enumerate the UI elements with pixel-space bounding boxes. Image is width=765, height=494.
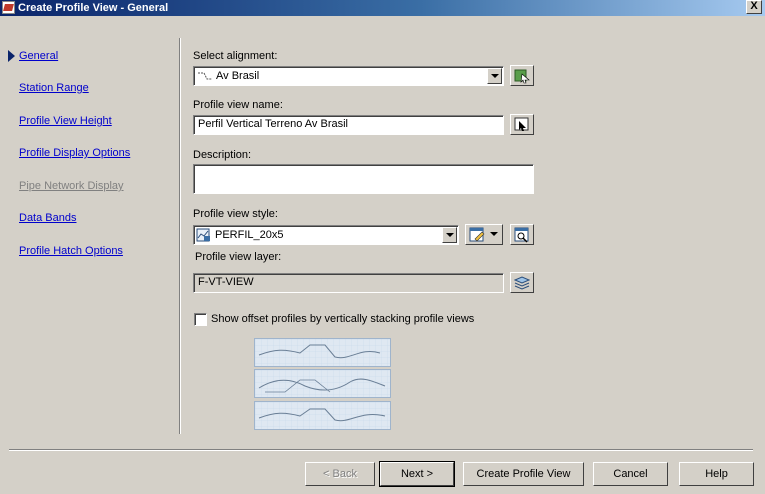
pick-alignment-button[interactable]	[510, 65, 534, 86]
edit-style-button[interactable]	[465, 224, 503, 245]
edit-style-dropdown-arrow[interactable]	[490, 232, 498, 236]
offset-profiles-label: Show offset profiles by vertically stack…	[211, 313, 475, 325]
next-button[interactable]: Next >	[379, 461, 455, 487]
back-button: < Back	[305, 462, 375, 486]
style-icon	[196, 228, 210, 242]
nav-item-pipe-network-display: Pipe Network Display	[19, 180, 124, 192]
close-button[interactable]: X	[746, 0, 762, 14]
view-name-input[interactable]: Perfil Vertical Terreno Av Brasil	[193, 115, 504, 135]
nav-item-profile-display-options[interactable]: Profile Display Options	[19, 147, 130, 159]
footer-divider	[9, 449, 753, 451]
nav-divider	[179, 38, 181, 434]
layers-icon	[514, 276, 530, 290]
style-label: Profile view style:	[193, 208, 278, 220]
help-button[interactable]: Help	[679, 462, 754, 486]
style-dropdown-arrow[interactable]	[442, 227, 457, 243]
nav-item-data-bands[interactable]: Data Bands	[19, 212, 76, 224]
nav-item-profile-view-height[interactable]: Profile View Height	[19, 115, 112, 127]
alignment-dropdown-arrow[interactable]	[487, 68, 502, 84]
layer-label: Profile view layer:	[195, 251, 282, 263]
alignment-select[interactable]: Av Brasil	[193, 66, 504, 86]
active-page-arrow-icon	[8, 50, 15, 62]
nav-item-general[interactable]: General	[19, 50, 58, 62]
title-bar: Create Profile View - General X	[0, 0, 765, 16]
alignment-value: Av Brasil	[216, 70, 260, 82]
description-input[interactable]	[193, 164, 534, 194]
edit-style-icon	[469, 227, 485, 242]
layer-button[interactable]	[510, 272, 534, 293]
style-value: PERFIL_20x5	[215, 229, 284, 241]
preview-icon	[514, 227, 529, 243]
pick-from-drawing-icon	[514, 69, 530, 84]
window-title: Create Profile View - General	[18, 2, 169, 14]
layer-field: F-VT-VIEW	[193, 273, 504, 293]
stacked-preview-top	[254, 338, 391, 367]
alignment-label: Select alignment:	[193, 50, 278, 62]
preview-style-button[interactable]	[510, 224, 534, 245]
stacked-preview-middle	[254, 369, 391, 398]
offset-profiles-checkbox[interactable]	[194, 313, 207, 326]
alignment-icon	[198, 72, 212, 80]
style-select[interactable]: PERFIL_20x5	[193, 225, 459, 245]
nav-item-station-range[interactable]: Station Range	[19, 82, 89, 94]
view-name-label: Profile view name:	[193, 99, 283, 111]
cancel-button[interactable]: Cancel	[593, 462, 668, 486]
app-icon	[2, 1, 15, 14]
edit-name-button[interactable]	[510, 114, 534, 135]
create-profile-view-button[interactable]: Create Profile View	[463, 462, 584, 486]
edit-name-icon	[514, 117, 529, 131]
description-label: Description:	[193, 149, 252, 161]
stacked-preview-bottom	[254, 401, 391, 430]
nav-item-profile-hatch-options[interactable]: Profile Hatch Options	[19, 245, 123, 257]
